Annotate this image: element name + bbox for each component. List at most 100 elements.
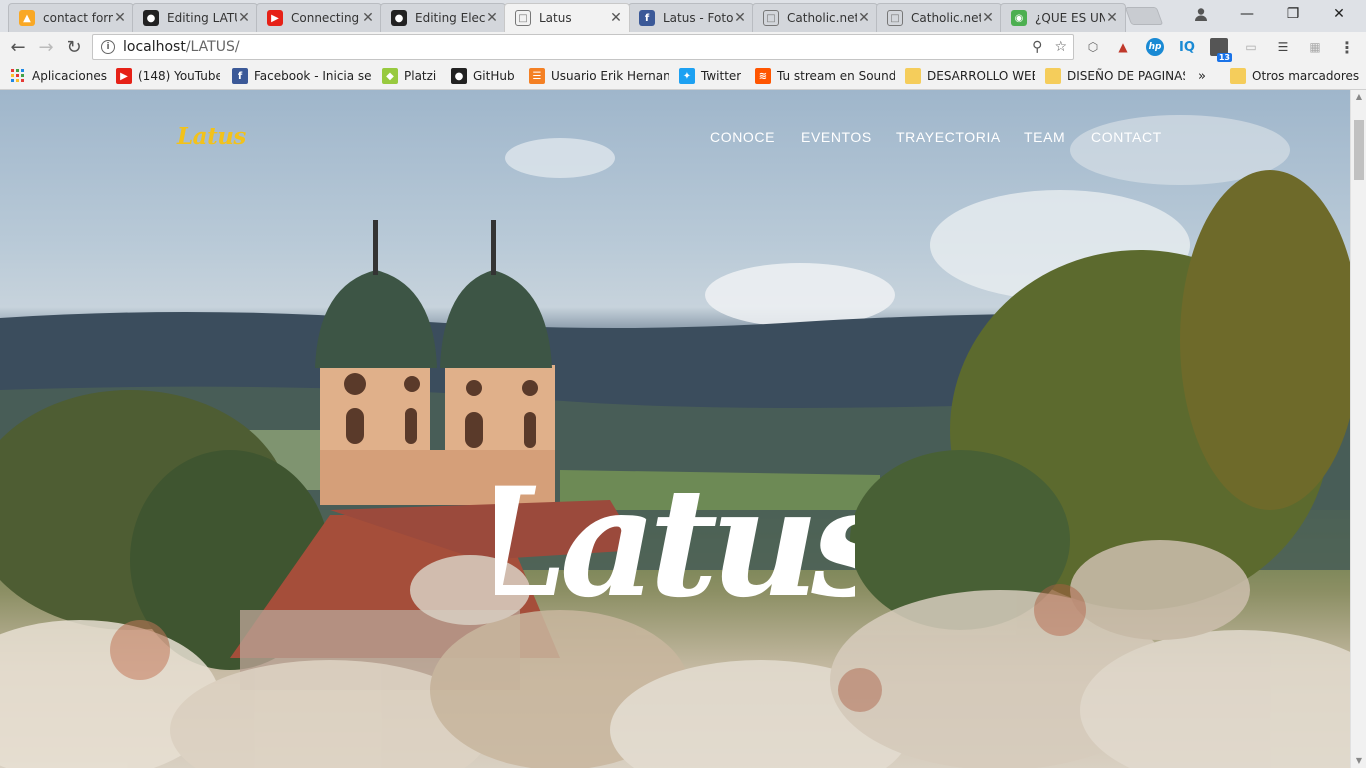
zoom-icon[interactable]: ⚲ xyxy=(1032,39,1042,55)
browser-tab[interactable]: □ Catholic.net ✕ xyxy=(752,3,878,32)
nav-link-conoce[interactable]: CONOCE xyxy=(710,129,775,145)
tabs-extension-icon[interactable]: 13 xyxy=(1210,38,1232,62)
browser-tab[interactable]: □ Latus ✕ xyxy=(504,3,630,32)
tab-title: Latus xyxy=(539,11,572,25)
pdf-extension-icon[interactable]: ▲ xyxy=(1114,38,1132,56)
bookmark-item[interactable]: ≋ Tu stream en Sound xyxy=(755,67,895,85)
close-tab-icon[interactable]: ✕ xyxy=(113,10,127,26)
close-tab-icon[interactable]: ✕ xyxy=(237,10,251,26)
browser-tab[interactable]: ● Editing Electr✕ xyxy=(380,3,506,32)
close-tab-icon[interactable]: ✕ xyxy=(361,10,375,26)
browser-tab[interactable]: ● Editing LATUS✕ xyxy=(132,3,258,32)
bookmark-item[interactable]: ☰ Usuario Erik Hernand xyxy=(529,67,669,85)
tab-title: Catholic.net xyxy=(787,11,857,25)
tab-title: contact form xyxy=(43,11,113,25)
site-logo[interactable]: Latus xyxy=(177,123,246,150)
restore-icon[interactable]: ❐ xyxy=(1270,0,1316,28)
bookmark-label: DESARROLLO WEB xyxy=(927,69,1035,83)
bookmark-label: GitHub xyxy=(473,69,515,83)
browser-tab[interactable]: ▲ contact form ✕ xyxy=(8,3,134,32)
stackoverflow-icon: ☰ xyxy=(529,68,545,84)
close-tab-icon[interactable]: ✕ xyxy=(981,10,995,26)
tab-title: ¿QUE ES UN xyxy=(1035,11,1105,25)
apps-grid-icon xyxy=(10,68,26,84)
scrollbar-thumb[interactable] xyxy=(1354,120,1364,180)
menu-icon[interactable]: ⋮ xyxy=(1338,38,1356,57)
platzi-icon: ◆ xyxy=(382,68,398,84)
hp-extension-icon[interactable]: hp xyxy=(1146,38,1164,56)
bookmark-item[interactable]: ▶ (148) YouTube xyxy=(116,67,220,85)
bookmark-item[interactable]: f Facebook - Inicia ses xyxy=(232,67,372,85)
bookmark-apps[interactable]: Aplicaciones xyxy=(10,67,107,85)
bookmark-item[interactable]: ◆ Platzi xyxy=(382,67,436,85)
nav-link-team[interactable]: TEAM xyxy=(1024,129,1065,145)
bookmark-item[interactable]: DESARROLLO WEB xyxy=(905,67,1035,85)
close-tab-icon[interactable]: ✕ xyxy=(1105,10,1119,26)
nav-link-eventos[interactable]: EVENTOS xyxy=(801,129,872,145)
page-icon: □ xyxy=(515,10,531,26)
bookmark-label: Twitter xyxy=(701,69,742,83)
github-icon: ● xyxy=(143,10,159,26)
bookmark-other[interactable]: Otros marcadores xyxy=(1230,67,1359,85)
url-host: localhost xyxy=(123,39,186,55)
nav-link-contact[interactable]: CONTACT xyxy=(1091,129,1162,145)
bookmark-label: Tu stream en Sound xyxy=(777,69,895,83)
scroll-down-icon[interactable]: ▼ xyxy=(1351,754,1366,768)
close-tab-icon[interactable]: ✕ xyxy=(733,10,747,26)
bookmarks-overflow-button[interactable]: » xyxy=(1198,67,1206,85)
tab-title: Catholic.net xyxy=(911,11,981,25)
db-extension-icon[interactable]: ☰ xyxy=(1274,38,1292,56)
close-window-icon[interactable]: ✕ xyxy=(1316,0,1362,28)
bookmark-label: (148) YouTube xyxy=(138,69,220,83)
browser-tabstrip: ▲contact form✕●Editing LATUS✕▶Connecting… xyxy=(0,0,1366,32)
browser-tab[interactable]: ◉ ¿QUE ES UN ✕ xyxy=(1000,3,1126,32)
new-tab-button[interactable] xyxy=(1124,7,1164,25)
browser-tab[interactable]: f Latus - Foto ✕ xyxy=(628,3,754,32)
bookmark-item[interactable]: ✦ Twitter xyxy=(679,67,741,85)
bookmark-label: Aplicaciones xyxy=(32,69,107,83)
back-icon[interactable]: ← xyxy=(6,36,30,58)
page-icon: □ xyxy=(887,10,903,26)
forward-icon[interactable]: → xyxy=(34,36,58,58)
bookmark-star-icon[interactable]: ☆ xyxy=(1054,39,1067,55)
github-icon: ● xyxy=(451,68,467,84)
tab-title: Editing Electr xyxy=(415,11,485,25)
bookmark-item[interactable]: ● GitHub xyxy=(451,67,515,85)
nav-link-trayectoria[interactable]: TRAYECTORIA xyxy=(896,129,1001,145)
url-path: /LATUS/ xyxy=(185,39,240,55)
scroll-up-icon[interactable]: ▲ xyxy=(1351,90,1366,104)
flame-icon: ▲ xyxy=(19,10,35,26)
close-tab-icon[interactable]: ✕ xyxy=(485,10,499,26)
github-icon: ● xyxy=(391,10,407,26)
bookmark-item[interactable]: DISEÑO DE PAGINAS xyxy=(1045,67,1185,85)
site-info-icon[interactable]: i xyxy=(101,40,115,54)
tab-title: Connecting xyxy=(291,11,360,25)
close-tab-icon[interactable]: ✕ xyxy=(609,10,623,26)
bookmark-label: Usuario Erik Hernand xyxy=(551,69,669,83)
address-bar[interactable]: i localhost/LATUS/ ⚲ ☆ xyxy=(92,34,1074,60)
iq-extension-icon[interactable]: IQ xyxy=(1178,38,1196,56)
close-tab-icon[interactable]: ✕ xyxy=(857,10,871,26)
bookmark-label: DISEÑO DE PAGINAS xyxy=(1067,69,1185,83)
cast-extension-icon[interactable]: ▭ xyxy=(1242,38,1260,56)
page-viewport: Latus CONOCE EVENTOS TRAYECTORIA TEAM CO… xyxy=(0,90,1350,768)
bookmark-label: Otros marcadores xyxy=(1252,69,1360,83)
youtube-icon: ▶ xyxy=(116,68,132,84)
hero-title-text: Latus xyxy=(495,455,855,631)
browser-tab[interactable]: ▶ Connecting ✕ xyxy=(256,3,382,32)
puzzle-extension-icon[interactable]: ▦ xyxy=(1306,38,1324,56)
page-scrollbar[interactable]: ▲ ▼ xyxy=(1350,90,1366,768)
facebook-icon: f xyxy=(232,68,248,84)
folder-icon xyxy=(905,68,921,84)
extension-shield-icon[interactable]: ⬡ xyxy=(1084,38,1102,56)
profile-icon[interactable] xyxy=(1178,0,1224,28)
tab-title: Latus - Foto xyxy=(663,11,733,25)
bookmarks-bar: Aplicaciones ▶ (148) YouTube f Facebook - I… xyxy=(0,62,1366,90)
bookmark-label: Facebook - Inicia ses xyxy=(254,69,372,83)
extension-badge: 13 xyxy=(1216,53,1232,62)
reload-icon[interactable]: ↻ xyxy=(62,36,86,58)
twitter-icon: ✦ xyxy=(679,68,695,84)
browser-tab[interactable]: □ Catholic.net ✕ xyxy=(876,3,1002,32)
minimize-icon[interactable]: — xyxy=(1224,0,1270,28)
hero-title: Latus xyxy=(495,455,855,631)
